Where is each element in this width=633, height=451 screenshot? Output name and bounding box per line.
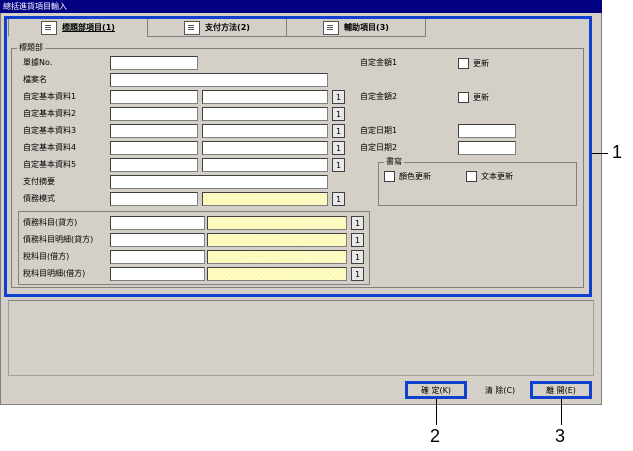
date2-label: 自定日期2 — [360, 143, 398, 152]
date1-label: 自定日期1 — [360, 126, 398, 135]
text-update-checkbox[interactable]: 文本更新 — [466, 171, 513, 182]
checkbox-label: 更新 — [473, 59, 489, 68]
custom2-label: 自定基本資料2 — [23, 109, 77, 118]
tax-detail-name-field — [207, 267, 347, 281]
pay-summary-label: 支付摘要 — [23, 177, 55, 186]
bill-no-label: 單據No. — [23, 58, 53, 67]
callout-1: 1 — [612, 142, 623, 162]
custom2-name-field[interactable] — [202, 107, 328, 121]
debt-account-name-field — [207, 216, 347, 230]
custom4-name-field[interactable] — [202, 141, 328, 155]
custom4-code-field[interactable] — [110, 141, 198, 155]
tax-account-lookup-button[interactable]: 1 — [351, 250, 364, 264]
date2-field[interactable] — [458, 141, 516, 155]
clear-button[interactable]: 清 除(C) — [470, 382, 530, 398]
custom4-lookup-button[interactable]: 1 — [332, 141, 345, 155]
debt-account-label: 債務科目(貸方) — [23, 218, 78, 227]
debt-detail-name-field — [207, 233, 347, 247]
custom1-label: 自定基本資料1 — [23, 92, 77, 101]
custom1-name-field[interactable] — [202, 90, 328, 104]
confirm-button[interactable]: 確 定(K) — [405, 381, 467, 399]
checkbox-label: 文本更新 — [481, 172, 513, 181]
custom4-label: 自定基本資料4 — [23, 143, 77, 152]
checkbox-box — [466, 171, 477, 182]
amount2-label: 自定金額2 — [360, 92, 398, 101]
checkbox-label: 顏色更新 — [399, 172, 431, 181]
custom2-lookup-button[interactable]: 1 — [332, 107, 345, 121]
checkbox-label: 更新 — [473, 93, 489, 102]
custom5-lookup-button[interactable]: 1 — [332, 158, 345, 172]
custom3-name-field[interactable] — [202, 124, 328, 138]
debt-account-code-field[interactable] — [110, 216, 205, 230]
checkbox-box — [458, 92, 469, 103]
tax-account-code-field[interactable] — [110, 250, 205, 264]
write-group-title: 書寫 — [384, 157, 404, 167]
color-update-checkbox[interactable]: 顏色更新 — [384, 171, 431, 182]
debt-detail-label: 債務科目明細(貸方) — [23, 235, 94, 244]
debt-account-lookup-button[interactable]: 1 — [351, 216, 364, 230]
custom5-name-field[interactable] — [202, 158, 328, 172]
tax-detail-lookup-button[interactable]: 1 — [351, 267, 364, 281]
header-group-title: 標題部 — [17, 43, 45, 53]
debt-mode-name-field — [202, 192, 328, 206]
file-name-field[interactable] — [110, 73, 328, 87]
custom3-label: 自定基本資料3 — [23, 126, 77, 135]
amount2-update-checkbox[interactable]: 更新 — [458, 92, 489, 103]
tax-detail-label: 稅科目明細(借方) — [23, 269, 86, 278]
debt-mode-label: 債務模式 — [23, 194, 55, 203]
custom5-label: 自定基本資料5 — [23, 160, 77, 169]
callout-3: 3 — [555, 426, 566, 446]
callout-line-2 — [436, 399, 437, 425]
tax-account-name-field — [207, 250, 347, 264]
custom5-code-field[interactable] — [110, 158, 198, 172]
tax-account-label: 稅科目(借方) — [23, 252, 70, 261]
window-title: 總括進貨項目輸入 — [0, 0, 602, 13]
amount1-update-checkbox[interactable]: 更新 — [458, 58, 489, 69]
checkbox-box — [384, 171, 395, 182]
debt-mode-lookup-button[interactable]: 1 — [332, 192, 345, 206]
close-button[interactable]: 離 開(E) — [530, 381, 592, 399]
date1-field[interactable] — [458, 124, 516, 138]
debt-detail-code-field[interactable] — [110, 233, 205, 247]
debt-detail-lookup-button[interactable]: 1 — [351, 233, 364, 247]
lower-empty-area — [8, 300, 594, 376]
amount1-label: 自定金額1 — [360, 58, 398, 67]
custom3-lookup-button[interactable]: 1 — [332, 124, 345, 138]
pay-summary-field[interactable] — [110, 175, 328, 189]
custom1-code-field[interactable] — [110, 90, 198, 104]
callout-line-3 — [561, 399, 562, 425]
checkbox-box — [458, 58, 469, 69]
custom1-lookup-button[interactable]: 1 — [332, 90, 345, 104]
callout-2: 2 — [430, 426, 441, 446]
custom3-code-field[interactable] — [110, 124, 198, 138]
tax-detail-code-field[interactable] — [110, 267, 205, 281]
callout-line-1 — [592, 153, 608, 154]
file-name-label: 檔案名 — [23, 75, 47, 84]
write-group-box — [378, 162, 577, 206]
custom2-code-field[interactable] — [110, 107, 198, 121]
debt-mode-code-field[interactable] — [110, 192, 198, 206]
bill-no-field[interactable] — [110, 56, 198, 70]
